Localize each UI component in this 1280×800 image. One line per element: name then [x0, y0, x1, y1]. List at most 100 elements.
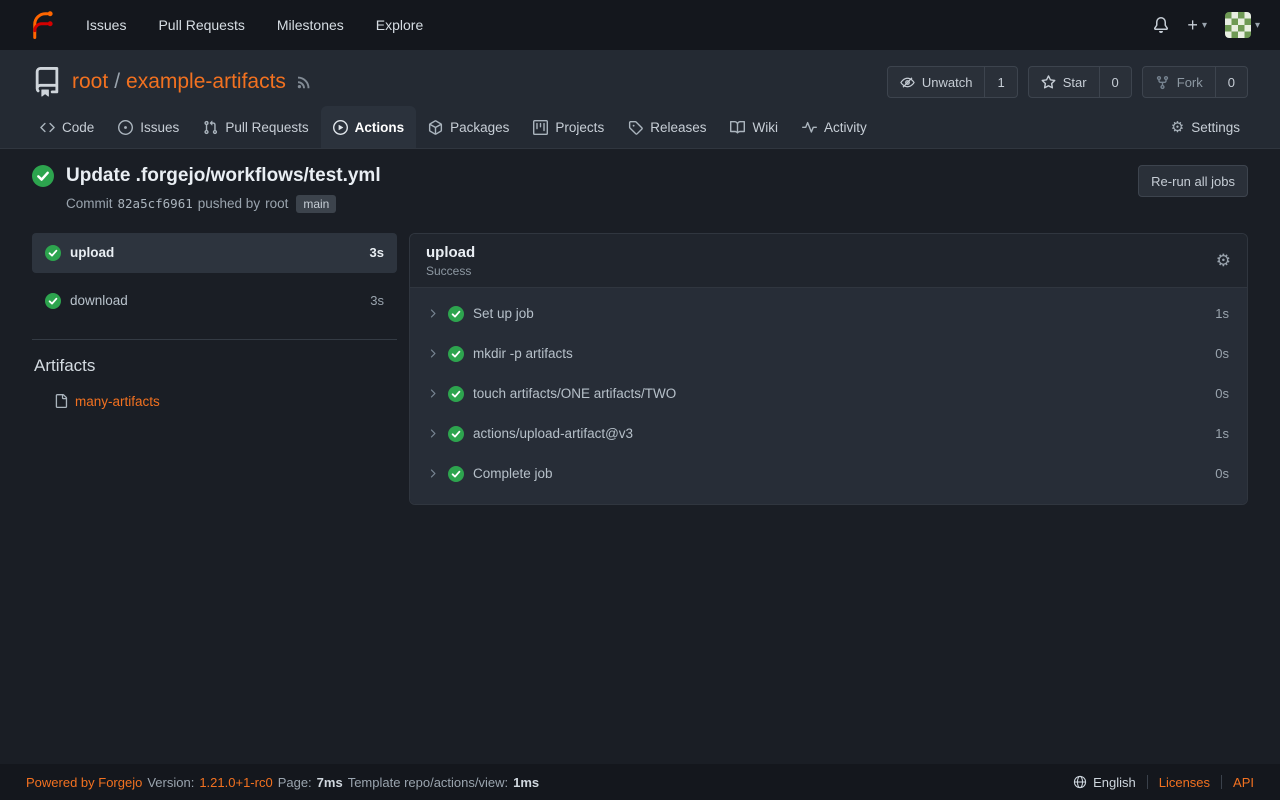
tab-packages[interactable]: Packages: [416, 106, 521, 148]
nav-item-explore[interactable]: Explore: [360, 0, 439, 50]
fork-button[interactable]: Fork: [1142, 66, 1216, 98]
chevron-right-icon: [426, 347, 439, 360]
divider: [1221, 775, 1222, 789]
stars-count[interactable]: 0: [1100, 66, 1132, 98]
tab-label: Releases: [650, 120, 706, 135]
step-duration: 1s: [1215, 306, 1229, 321]
avatar: [1225, 12, 1251, 38]
step-success-icon: [448, 466, 464, 482]
job-options-gear-icon[interactable]: ⚙: [1216, 251, 1231, 271]
tab-projects[interactable]: Projects: [521, 106, 616, 148]
tab-pull-requests[interactable]: Pull Requests: [191, 106, 320, 148]
repo-path-separator: /: [114, 70, 120, 94]
template-time-value: 1ms: [513, 775, 539, 790]
repo-name-link[interactable]: example-artifacts: [126, 70, 286, 94]
commit-sha-link[interactable]: 82a5cf6961: [118, 196, 193, 211]
job-duration: 3s: [370, 245, 384, 260]
job-detail-title: upload: [426, 244, 475, 261]
tab-actions[interactable]: Actions: [321, 106, 417, 148]
step-row[interactable]: Complete job 0s: [410, 454, 1247, 494]
step-duration: 0s: [1215, 386, 1229, 401]
branch-badge[interactable]: main: [296, 195, 336, 213]
job-success-icon: [45, 293, 61, 309]
tab-activity[interactable]: Activity: [790, 106, 879, 148]
actions-run-view: Update .forgejo/workflows/test.yml Commi…: [0, 149, 1280, 764]
job-item-upload[interactable]: upload 3s: [32, 233, 397, 273]
forks-count[interactable]: 0: [1216, 66, 1248, 98]
footer: Powered by Forgejo Version: 1.21.0+1-rc0…: [0, 764, 1280, 800]
tab-label: Actions: [355, 120, 405, 135]
tab-label: Code: [62, 120, 94, 135]
version-link[interactable]: 1.21.0+1-rc0: [199, 775, 272, 790]
jobs-sidebar: upload 3s download 3s Artifacts many-art…: [32, 233, 397, 409]
star-button[interactable]: Star: [1028, 66, 1100, 98]
fork-label: Fork: [1177, 75, 1203, 90]
watchers-count[interactable]: 1: [985, 66, 1017, 98]
rerun-all-jobs-button[interactable]: Re-run all jobs: [1138, 165, 1248, 197]
package-icon: [428, 120, 443, 135]
artifacts-heading: Artifacts: [32, 356, 397, 376]
job-detail-status: Success: [426, 264, 475, 278]
divider: [1147, 775, 1148, 789]
tab-wiki[interactable]: Wiki: [718, 106, 790, 148]
chevron-right-icon: [426, 387, 439, 400]
chevron-down-icon: ▾: [1202, 20, 1207, 31]
language-selector[interactable]: English: [1073, 775, 1136, 790]
step-name: Complete job: [473, 466, 553, 481]
create-new-dropdown[interactable]: + ▾: [1187, 16, 1207, 34]
rss-icon[interactable]: [296, 74, 312, 90]
step-duration: 0s: [1215, 346, 1229, 361]
api-link[interactable]: API: [1233, 775, 1254, 790]
star-label: Star: [1063, 75, 1087, 90]
tab-label: Wiki: [752, 120, 778, 135]
forgejo-logo[interactable]: [26, 10, 56, 40]
nav-item-pull-requests[interactable]: Pull Requests: [142, 0, 260, 50]
nav-item-issues[interactable]: Issues: [70, 0, 142, 50]
star-button-group: Star 0: [1028, 66, 1132, 98]
step-success-icon: [448, 306, 464, 322]
page-time-value: 7ms: [317, 775, 343, 790]
powered-by-forgejo-link[interactable]: Powered by Forgejo: [26, 775, 142, 790]
job-item-download[interactable]: download 3s: [32, 281, 397, 321]
repo-icon: [32, 67, 62, 97]
tab-issues[interactable]: Issues: [106, 106, 191, 148]
step-row[interactable]: mkdir -p artifacts 0s: [410, 334, 1247, 374]
gear-icon: ⚙: [1171, 120, 1184, 135]
fork-button-group: Fork 0: [1142, 66, 1248, 98]
divider: [32, 339, 397, 340]
tab-releases[interactable]: Releases: [616, 106, 718, 148]
step-success-icon: [448, 426, 464, 442]
tab-label: Projects: [555, 120, 604, 135]
step-name: Set up job: [473, 306, 534, 321]
tab-code[interactable]: Code: [28, 106, 106, 148]
repo-owner-link[interactable]: root: [72, 70, 108, 94]
top-navbar: Issues Pull Requests Milestones Explore …: [0, 0, 1280, 50]
run-title: Update .forgejo/workflows/test.yml: [66, 165, 381, 188]
steps-list: Set up job 1s mkdir -p artifacts 0s touc…: [410, 288, 1247, 504]
tab-label: Packages: [450, 120, 509, 135]
step-success-icon: [448, 386, 464, 402]
watch-button-group: Unwatch 1: [887, 66, 1018, 98]
step-name: touch artifacts/ONE artifacts/TWO: [473, 386, 676, 401]
notifications-button[interactable]: [1153, 17, 1169, 33]
nav-links: Issues Pull Requests Milestones Explore: [70, 0, 439, 50]
repo-title: root / example-artifacts: [72, 70, 286, 94]
licenses-link[interactable]: Licenses: [1159, 775, 1210, 790]
job-detail-header: upload Success ⚙: [410, 234, 1247, 288]
nav-item-milestones[interactable]: Milestones: [261, 0, 360, 50]
job-name: download: [70, 293, 361, 308]
unwatch-button[interactable]: Unwatch: [887, 66, 986, 98]
repo-tab-bar: Code Issues Pull Requests Actions Packag…: [0, 106, 1280, 148]
step-row[interactable]: touch artifacts/ONE artifacts/TWO 0s: [410, 374, 1247, 414]
step-row[interactable]: actions/upload-artifact@v3 1s: [410, 414, 1247, 454]
tab-label: Settings: [1191, 120, 1240, 135]
commit-author-link[interactable]: root: [265, 196, 288, 211]
tab-label: Pull Requests: [225, 120, 308, 135]
artifact-link-many-artifacts[interactable]: many-artifacts: [32, 394, 397, 409]
tab-settings[interactable]: ⚙ Settings: [1159, 106, 1252, 148]
step-row[interactable]: Set up job 1s: [410, 294, 1247, 334]
play-circle-icon: [333, 120, 348, 135]
user-menu-dropdown[interactable]: ▾: [1225, 12, 1260, 38]
project-board-icon: [533, 120, 548, 135]
globe-icon: [1073, 775, 1087, 789]
